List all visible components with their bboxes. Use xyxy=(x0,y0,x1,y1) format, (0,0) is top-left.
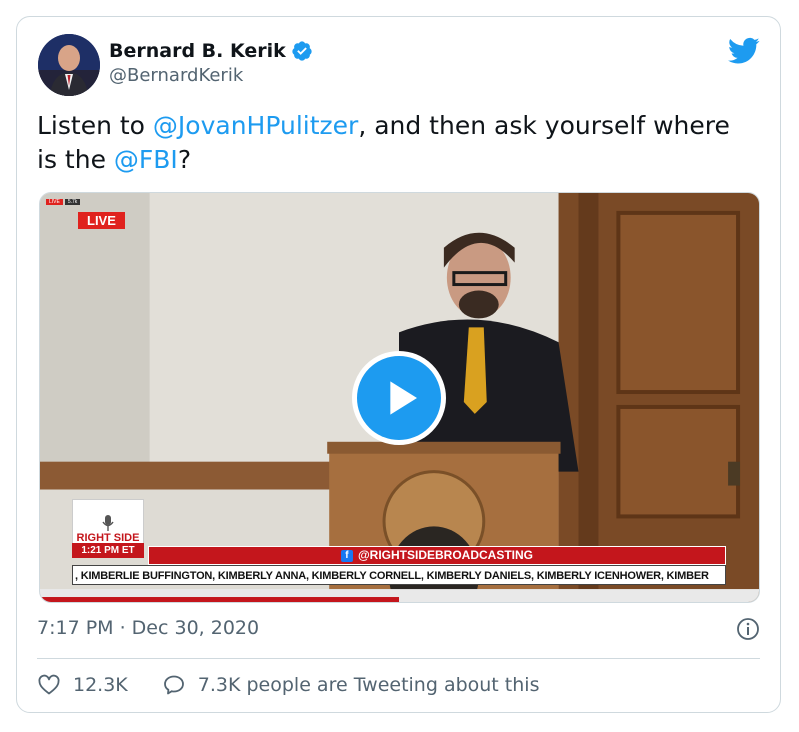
tweet-timestamp[interactable]: 7:17 PM · Dec 30, 2020 xyxy=(37,617,259,639)
mention-link[interactable]: @FBI xyxy=(114,145,178,174)
live-badge: LIVE xyxy=(78,212,125,229)
like-button[interactable]: 12.3K xyxy=(37,673,128,697)
tweet-card: Bernard B. Kerik @BernardKerik Listen to… xyxy=(16,16,781,713)
tweeting-text: 7.3K people are Tweeting about this xyxy=(197,674,540,696)
like-count: 12.3K xyxy=(73,674,128,696)
author-name[interactable]: Bernard B. Kerik xyxy=(109,39,286,63)
mini-live-label: LIVE xyxy=(46,199,63,205)
tweeting-link[interactable]: 7.3K people are Tweeting about this xyxy=(162,673,540,697)
divider xyxy=(37,658,760,659)
tweet-text-part: ? xyxy=(177,145,192,174)
play-button[interactable] xyxy=(352,351,446,445)
tweet-text-part: Listen to xyxy=(37,111,153,140)
info-icon[interactable] xyxy=(736,617,760,641)
tweet-text: Listen to @JovanHPulitzer, and then ask … xyxy=(37,109,757,177)
microphone-icon xyxy=(102,515,114,531)
stream-mini-bar: LIVE 5.7k xyxy=(46,199,81,205)
viewer-count: 5.7k xyxy=(64,199,81,205)
broadcast-banner-text: @RIGHTSIDEBROADCASTING xyxy=(357,548,534,562)
speech-bubble-icon xyxy=(163,675,184,695)
heart-icon xyxy=(38,674,60,695)
broadcaster-logo: RIGHT SIDE xyxy=(72,499,144,545)
play-icon xyxy=(390,381,417,415)
video-player[interactable]: LIVE 5.7k LIVE RIGHT SIDE 1:21 PM ET f @… xyxy=(39,192,760,603)
author-name-row[interactable]: Bernard B. Kerik xyxy=(109,39,313,63)
broadcast-ticker: , KIMBERLIE BUFFINGTON, KIMBERLY ANNA, K… xyxy=(72,565,726,585)
broadcast-banner: f @RIGHTSIDEBROADCASTING xyxy=(148,546,726,565)
twitter-bird-icon[interactable] xyxy=(728,37,760,65)
tweet-actions: 12.3K 7.3K people are Tweeting about thi… xyxy=(37,673,539,697)
avatar[interactable] xyxy=(38,34,100,96)
verified-badge-icon xyxy=(292,41,312,61)
facebook-icon: f xyxy=(340,549,353,562)
author-handle[interactable]: @BernardKerik xyxy=(109,65,243,86)
broadcast-time: 1:21 PM ET xyxy=(72,543,144,558)
mention-link[interactable]: @JovanHPulitzer xyxy=(153,111,358,140)
